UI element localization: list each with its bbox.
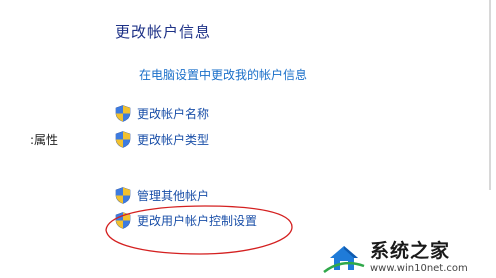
watermark: 系统之家 www.win10net.com (322, 230, 492, 276)
change-uac-settings-link[interactable]: 更改用户帐户控制设置 (115, 211, 257, 229)
divider (489, 0, 491, 190)
change-account-type-link[interactable]: 更改帐户类型 (115, 130, 209, 148)
watermark-name: 系统之家 (370, 240, 451, 262)
action-label: 更改帐户名称 (137, 106, 210, 121)
watermark-url: www.win10net.com (370, 263, 468, 274)
page-title: 更改帐户信息 (115, 23, 212, 41)
side-properties-label: :属性 (30, 133, 59, 147)
manage-other-accounts-link[interactable]: 管理其他帐户 (115, 186, 209, 204)
uac-shield-icon (115, 130, 131, 148)
action-label: 管理其他帐户 (137, 188, 210, 203)
house-logo-icon (323, 242, 365, 273)
pc-settings-link[interactable]: 在电脑设置中更改我的帐户信息 (139, 66, 307, 83)
uac-shield-icon (115, 186, 131, 204)
uac-shield-icon (115, 104, 131, 122)
control-panel-user-accounts: 更改帐户信息 在电脑设置中更改我的帐户信息 :属性 更改帐户名称 更改帐户类型 (0, 0, 496, 278)
uac-shield-icon (115, 211, 131, 229)
action-label: 更改帐户类型 (137, 132, 210, 147)
change-account-name-link[interactable]: 更改帐户名称 (115, 104, 209, 122)
action-label: 更改用户帐户控制设置 (137, 213, 258, 228)
